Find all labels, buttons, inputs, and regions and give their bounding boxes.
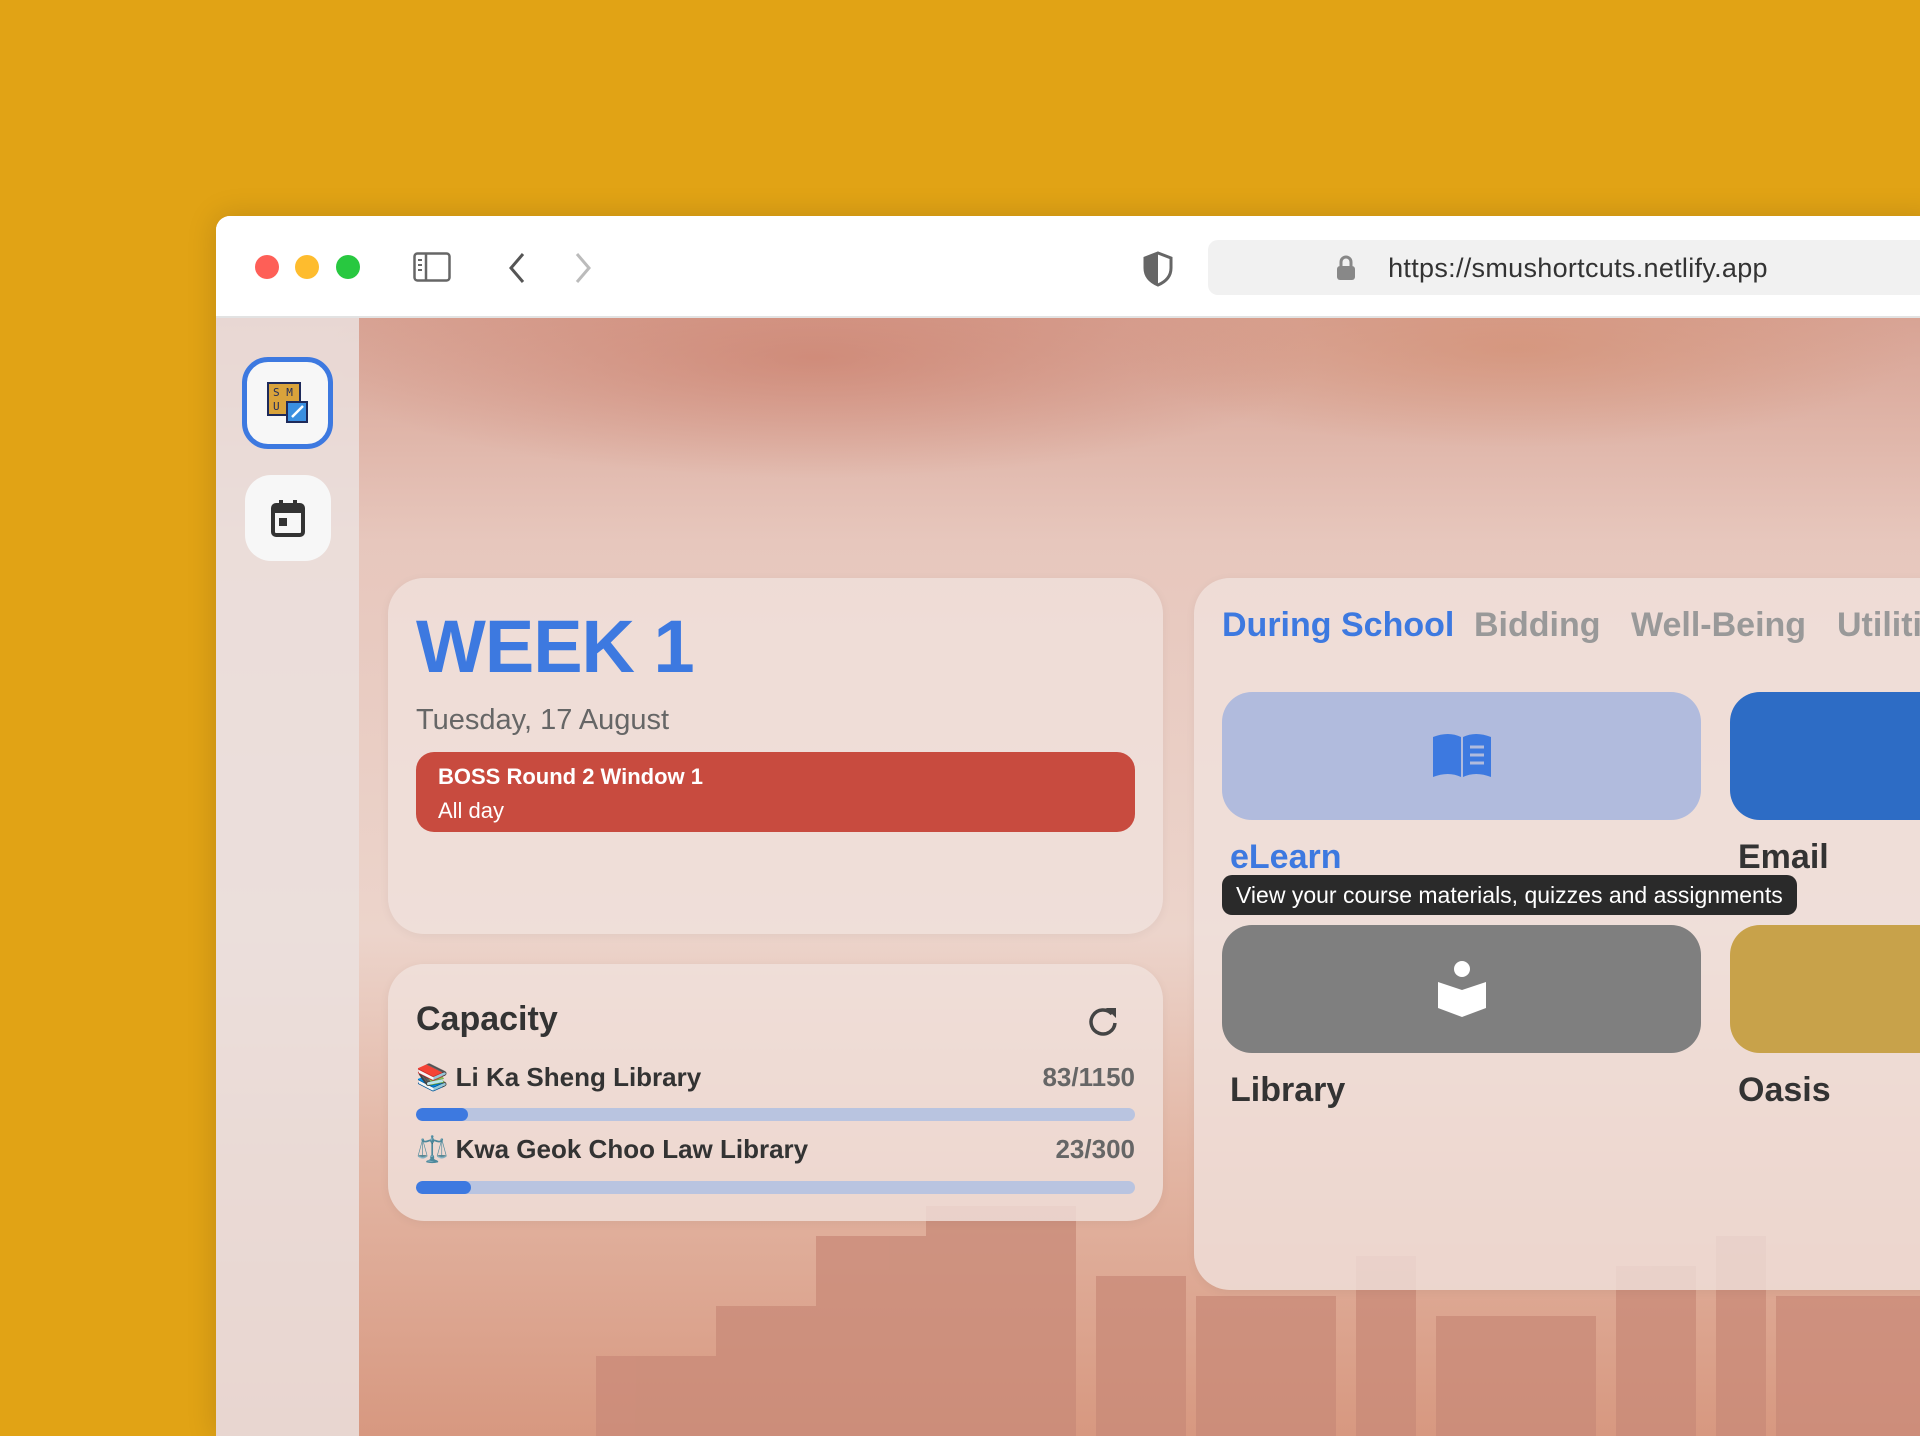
week-card: WEEK 1 Tuesday, 17 August BOSS Round 2 W… [388, 578, 1163, 934]
email-label[interactable]: Email [1738, 838, 1829, 877]
capacity-title: Capacity [416, 1000, 558, 1038]
svg-text:S M: S M [273, 386, 293, 399]
library-label[interactable]: Library [1230, 1071, 1345, 1110]
elearn-label[interactable]: eLearn [1230, 838, 1342, 877]
library-capacity-bar [416, 1181, 1135, 1194]
book-icon [1432, 734, 1491, 777]
current-date: Tuesday, 17 August [416, 704, 670, 736]
tab-bidding[interactable]: Bidding [1474, 606, 1601, 645]
capacity-bar-fill [416, 1181, 472, 1194]
library-tile[interactable] [1222, 925, 1701, 1053]
url-text: https://smushortcuts.netlify.app [1388, 253, 1768, 283]
sidebar-toggle-icon[interactable] [413, 252, 451, 282]
library-row: ⚖️ Kwa Geok Choo Law Library 23/300 [416, 1134, 1135, 1165]
minimize-window-button[interactable] [295, 255, 319, 279]
books-icon: 📚 [416, 1062, 449, 1092]
refresh-icon[interactable] [1086, 1004, 1120, 1038]
library-capacity-bar [416, 1108, 1135, 1121]
browser-toolbar: https://smushortcuts.netlify.app [216, 216, 1920, 318]
event-time: All day [438, 798, 505, 823]
week-title: WEEK 1 [416, 605, 695, 688]
sidebar-item-calendar[interactable] [245, 475, 331, 561]
library-row: 📚 Li Ka Sheng Library 83/1150 [416, 1062, 1135, 1093]
close-window-button[interactable] [255, 255, 279, 279]
zoom-window-button[interactable] [336, 255, 360, 279]
event-title: BOSS Round 2 Window 1 [438, 764, 704, 789]
oasis-tile[interactable] [1730, 925, 1920, 1053]
email-tile[interactable] [1730, 692, 1920, 820]
capacity-card: Capacity 📚 Li Ka Sheng Library 83/1150 ⚖… [388, 964, 1163, 1221]
forward-icon[interactable] [572, 251, 594, 285]
shortcuts-card: During School Bidding Well-Being Utiliti… [1194, 578, 1920, 1290]
library-name: Kwa Geok Choo Law Library [455, 1134, 809, 1164]
page-content: S MU WEEK 1 Tuesday, 17 August BOSS Roun… [216, 318, 1920, 1436]
calendar-icon [271, 500, 305, 537]
reader-icon [1437, 961, 1486, 1017]
elearn-tile[interactable] [1222, 692, 1701, 820]
back-icon[interactable] [506, 251, 528, 285]
tab-during-school[interactable]: During School [1222, 606, 1454, 645]
svg-text:U: U [273, 400, 280, 413]
library-name: Li Ka Sheng Library [455, 1062, 702, 1092]
sidebar: S MU [216, 318, 359, 1436]
capacity-bar-fill [416, 1108, 468, 1121]
event-item[interactable]: BOSS Round 2 Window 1 All day [416, 752, 1135, 832]
address-bar[interactable]: https://smushortcuts.netlify.app [1208, 240, 1920, 295]
tab-well-being[interactable]: Well-Being [1631, 606, 1806, 645]
scales-icon: ⚖️ [416, 1134, 449, 1164]
library-capacity-value: 23/300 [1055, 1134, 1135, 1164]
oasis-label[interactable]: Oasis [1738, 1071, 1831, 1110]
sidebar-item-shortcuts[interactable]: S MU [242, 357, 333, 449]
library-capacity-value: 83/1150 [1042, 1062, 1135, 1092]
smu-shortcuts-logo-icon: S MU [266, 382, 308, 423]
privacy-shield-icon[interactable] [1143, 251, 1173, 287]
tab-utilities[interactable]: Utilities [1837, 606, 1920, 645]
browser-window: https://smushortcuts.netlify.app S MU WE… [216, 216, 1920, 1436]
elearn-tooltip: View your course materials, quizzes and … [1222, 875, 1797, 915]
